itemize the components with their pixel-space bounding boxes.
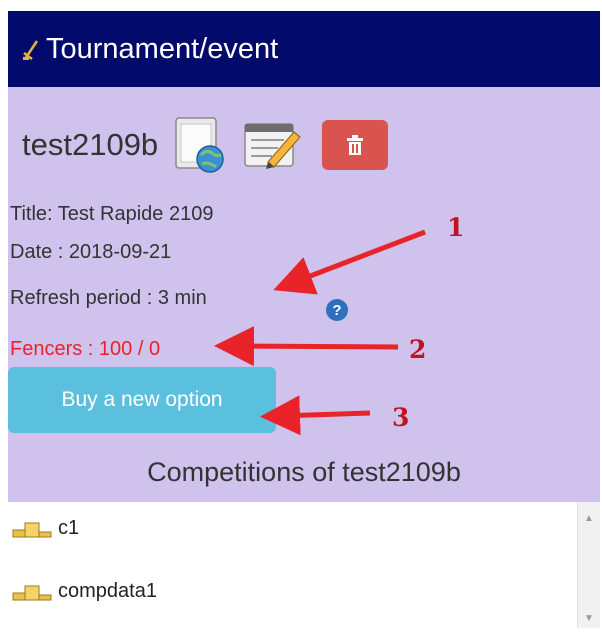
panel-title: Tournament/event bbox=[46, 32, 279, 65]
list-item-label: c1 bbox=[58, 517, 80, 539]
competitions-list: c1 compdata1 ▲ ▼ bbox=[8, 502, 600, 628]
fencing-icon bbox=[22, 36, 42, 62]
competitions-heading: Competitions of test2109b bbox=[147, 457, 461, 487]
tournament-panel: Tournament/event test2109b Title: Test R… bbox=[8, 11, 600, 628]
list-scrollbar[interactable]: ▲ ▼ bbox=[577, 502, 600, 628]
competition-item-compdata1[interactable]: compdata1 bbox=[12, 580, 157, 603]
scroll-down-icon[interactable]: ▼ bbox=[578, 610, 600, 628]
delete-button[interactable] bbox=[322, 120, 389, 170]
publish-web-icon[interactable] bbox=[172, 115, 228, 175]
help-icon[interactable]: ? bbox=[326, 299, 348, 321]
event-row: test2109b bbox=[22, 115, 389, 175]
podium-icon bbox=[12, 522, 52, 537]
list-item-label: compdata1 bbox=[58, 580, 157, 602]
edit-icon[interactable] bbox=[242, 118, 302, 172]
trash-icon bbox=[347, 135, 364, 155]
buy-new-option-button[interactable]: Buy a new option bbox=[8, 367, 276, 433]
event-date-text: Date : 2018-09-21 bbox=[10, 241, 172, 263]
podium-icon bbox=[12, 585, 52, 600]
competition-item-c1[interactable]: c1 bbox=[12, 517, 79, 540]
fencers-count-text: Fencers : 100 / 0 bbox=[10, 338, 161, 360]
scroll-up-icon[interactable]: ▲ bbox=[578, 510, 600, 528]
event-title-text: Title: Test Rapide 2109 bbox=[10, 203, 214, 225]
refresh-period-text: Refresh period : 3 min bbox=[10, 287, 207, 309]
event-name: test2109b bbox=[22, 127, 159, 162]
panel-header: Tournament/event bbox=[8, 11, 600, 87]
